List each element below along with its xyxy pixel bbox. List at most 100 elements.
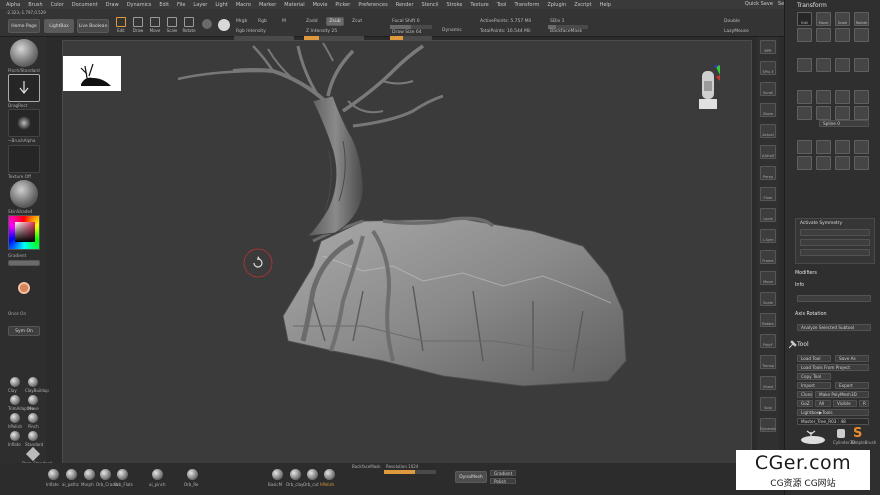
menu-item-picker[interactable]: Picker <box>335 2 350 8</box>
clone-button[interactable]: Clone <box>797 391 813 398</box>
right-shelf-l-sym-button[interactable]: L.Sym <box>760 229 776 243</box>
orb-clay-quick-brush[interactable] <box>290 469 301 480</box>
pivot-button[interactable] <box>854 106 869 120</box>
spline-slider[interactable]: Spline 0 <box>819 120 869 127</box>
tool-palette-title[interactable]: Tool <box>797 341 809 348</box>
edit-tool-button[interactable]: Edit <box>113 15 129 33</box>
poly-button[interactable] <box>854 140 869 154</box>
stroke-button[interactable] <box>797 106 812 120</box>
lightbox-button[interactable]: LightBox <box>44 19 74 33</box>
right-shelf-frame-button[interactable]: Frame <box>760 250 776 264</box>
menu-item-zscript[interactable]: Zscript <box>574 2 591 8</box>
polyf-button[interactable] <box>854 28 869 42</box>
menu-item-file[interactable]: File <box>177 2 185 8</box>
zsub-toggle[interactable]: Zsub <box>326 17 344 26</box>
texture-picker-button[interactable] <box>8 145 40 173</box>
lazymouse-toggle[interactable]: LazyMouse <box>724 29 749 34</box>
lock-button[interactable] <box>816 156 831 170</box>
zadd-toggle[interactable]: Zadd <box>306 19 318 24</box>
scale-tool-button[interactable]: Scale <box>164 15 180 33</box>
menu-item-light[interactable]: Light <box>215 2 227 8</box>
polish-toggle[interactable]: Polish <box>490 478 516 484</box>
modifiers-section[interactable]: Modifiers <box>795 271 817 276</box>
menu-item-marker[interactable]: Marker <box>259 2 276 8</box>
dynamic-button[interactable] <box>816 140 831 154</box>
menu-item-render[interactable]: Render <box>396 2 414 8</box>
home-page-button[interactable]: Home Page <box>8 19 40 33</box>
activate-symmetry-label[interactable]: Activate Symmetry <box>800 221 842 226</box>
sym-y-button[interactable] <box>816 90 831 104</box>
floor-button[interactable] <box>797 28 812 42</box>
sym-z-button[interactable] <box>835 90 850 104</box>
gizmo-button[interactable] <box>797 140 812 154</box>
ghost-button[interactable] <box>835 58 850 72</box>
color-square[interactable] <box>15 222 35 242</box>
morph-quick-brush[interactable] <box>84 469 95 480</box>
goz-button[interactable]: GoZ <box>797 400 813 407</box>
axis-rotation-section[interactable]: Axis Rotation <box>795 312 827 317</box>
local-button[interactable] <box>816 28 831 42</box>
orb-re-quick-brush[interactable] <box>187 469 198 480</box>
radial-count-row[interactable] <box>800 239 870 246</box>
symmetry-options-row[interactable] <box>800 249 870 256</box>
gradient-toggle[interactable]: Gradient <box>490 470 516 476</box>
sym-button[interactable]: Sym On <box>8 326 40 336</box>
menu-item-color[interactable]: Color <box>51 2 64 8</box>
import-button[interactable]: Import <box>797 382 831 389</box>
make-polymesh-button[interactable]: Make PolyMesh3D <box>815 391 869 398</box>
pinch-brush-icon[interactable] <box>28 413 38 423</box>
inflate-brush-icon[interactable] <box>10 431 20 441</box>
alpha-picker-button[interactable] <box>8 109 40 137</box>
menu-item-stroke[interactable]: Stroke <box>446 2 462 8</box>
cube-button[interactable] <box>797 156 812 170</box>
double-toggle[interactable]: Double <box>724 19 740 24</box>
simplebrush-tool-thumbnail[interactable]: S <box>851 425 865 441</box>
material-sphere-icon[interactable] <box>10 180 38 208</box>
menu-item-texture[interactable]: Texture <box>470 2 488 8</box>
document-canvas[interactable] <box>62 40 752 465</box>
rgb-toggle[interactable]: Rgb <box>258 19 267 24</box>
analyze-subtool-button[interactable]: Analyze Selected Subtool <box>797 324 871 331</box>
cylinder-tool-thumbnail[interactable] <box>835 427 847 439</box>
clay-buildup-brush-icon[interactable] <box>28 377 38 387</box>
stroke-picker-button[interactable] <box>8 74 40 102</box>
current-tool-name[interactable]: Master_Tree_R03 : 48 <box>797 418 869 425</box>
standard-brush-icon[interactable] <box>28 431 38 441</box>
dynamic-toggle[interactable]: Dynamic <box>442 28 462 33</box>
set-button[interactable] <box>835 156 850 170</box>
live-boolean-button[interactable]: Live Boolean <box>77 19 109 33</box>
brush-sphere-icon[interactable] <box>10 39 38 67</box>
mrgb-toggle[interactable]: Mrgb <box>236 19 247 24</box>
solo-button[interactable] <box>854 58 869 72</box>
reset-button[interactable] <box>854 156 869 170</box>
load-tools-from-project-button[interactable]: Load Tools From Project <box>797 364 869 371</box>
scale-button[interactable]: Scale <box>835 12 850 26</box>
visible-button[interactable]: Visible <box>833 400 857 407</box>
draw-tool-button[interactable]: Draw <box>130 15 146 33</box>
symmetry-axis-row[interactable] <box>800 229 870 236</box>
right-shelf-spix-3-button[interactable]: SPix 3 <box>760 61 776 75</box>
snapshot-button[interactable] <box>797 58 812 72</box>
right-shelf-local-button[interactable]: Local <box>760 208 776 222</box>
right-shelf-floor-button[interactable]: Floor <box>760 187 776 201</box>
right-shelf-scale-button[interactable]: Scale <box>760 292 776 306</box>
lsym-button[interactable] <box>835 28 850 42</box>
dam-standard-brush-icon[interactable] <box>25 446 41 462</box>
right-shelf-solo-button[interactable]: Solo <box>760 397 776 411</box>
move-tool-button[interactable]: Move <box>147 15 163 33</box>
basicm-quick-brush[interactable] <box>272 469 283 480</box>
move-button[interactable]: Move <box>816 12 831 26</box>
trim-brush-icon[interactable] <box>10 395 20 405</box>
focal-shift-slider[interactable] <box>390 25 432 29</box>
hpolish-quick-brush[interactable] <box>324 469 335 480</box>
m-toggle[interactable]: M <box>282 19 286 24</box>
resolution-slider[interactable] <box>384 470 436 474</box>
clay-brush-icon[interactable] <box>10 377 20 387</box>
hpolish-brush-icon[interactable] <box>10 413 20 423</box>
sym-x-button[interactable] <box>797 90 812 104</box>
right-shelf-transp-button[interactable]: Transp <box>760 355 776 369</box>
menu-item-layer[interactable]: Layer <box>193 2 207 8</box>
pinch-quick-brush[interactable] <box>152 469 163 480</box>
menu-item-stencil[interactable]: Stencil <box>422 2 439 8</box>
orb-cut-quick-brush[interactable] <box>307 469 318 480</box>
